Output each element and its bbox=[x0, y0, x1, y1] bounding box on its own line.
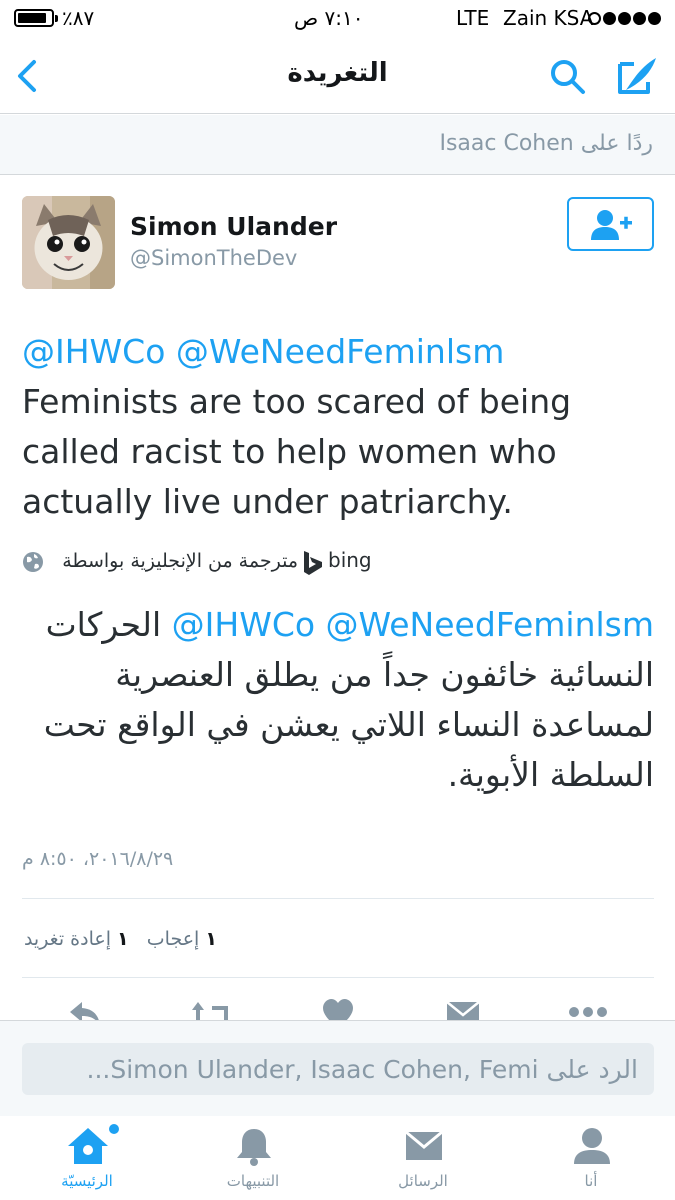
tab-messages[interactable]: الرسائل bbox=[363, 1116, 483, 1200]
battery-level bbox=[18, 13, 46, 23]
new-content-dot bbox=[109, 1124, 119, 1134]
follow-user-icon bbox=[591, 210, 632, 240]
reply-to-label: ردًا على Isaac Cohen bbox=[439, 131, 653, 156]
retweet-icon[interactable] bbox=[190, 998, 234, 1020]
likes-label: إعجاب bbox=[146, 928, 200, 950]
tab-home-label: الرئيسيّة bbox=[61, 1172, 113, 1190]
signal-strength-icon bbox=[588, 12, 661, 25]
bing-logo-icon bbox=[304, 551, 322, 575]
signal-dot bbox=[603, 12, 616, 25]
mail-icon bbox=[405, 1130, 443, 1160]
globe-icon bbox=[23, 552, 43, 572]
retweets-label: إعادة تغريد bbox=[23, 928, 111, 950]
avatar[interactable] bbox=[22, 196, 115, 289]
tab-bar: الرئيسيّة التنبيهات الرسائل أنا bbox=[0, 1116, 675, 1200]
divider bbox=[22, 898, 654, 899]
tweet-stats: ١ إعجاب ١ إعادة تغريد bbox=[24, 928, 217, 950]
tab-messages-label: الرسائل bbox=[398, 1172, 448, 1190]
search-icon bbox=[551, 60, 585, 94]
retweets-count: ١ bbox=[117, 928, 129, 950]
cat-avatar-image bbox=[22, 196, 115, 289]
divider bbox=[22, 977, 654, 978]
more-options-icon[interactable] bbox=[568, 1006, 608, 1018]
tab-notifications-label: التنبيهات bbox=[226, 1172, 280, 1190]
network-type: LTE bbox=[456, 6, 490, 30]
reply-composer bbox=[0, 1020, 675, 1116]
bing-label: bing bbox=[328, 548, 372, 572]
likes-stat[interactable]: ١ إعجاب bbox=[147, 928, 217, 950]
tweet-mentions[interactable]: @IHWCo @WeNeedFeminlsm bbox=[22, 332, 504, 371]
signal-dot bbox=[618, 12, 631, 25]
search-button[interactable] bbox=[548, 54, 588, 98]
tweet-timestamp: ٢٠١٦/٨/٢٩، ٨:٥٠ م bbox=[22, 848, 174, 870]
tab-home[interactable]: الرئيسيّة bbox=[27, 1116, 147, 1200]
status-time: ٧:١٠ ص bbox=[294, 6, 364, 30]
tweet-body: Feminists are too scared of being called… bbox=[22, 382, 572, 521]
signal-dot bbox=[648, 12, 661, 25]
reply-context-bar: ردًا على Isaac Cohen bbox=[0, 115, 675, 175]
direct-message-icon[interactable] bbox=[446, 998, 480, 1020]
tab-me-label: أنا bbox=[584, 1172, 598, 1190]
signal-dot bbox=[588, 12, 601, 25]
nav-bar: التغريدة bbox=[0, 38, 675, 114]
follow-button[interactable] bbox=[567, 197, 654, 251]
battery-icon bbox=[14, 9, 58, 27]
translation-attribution[interactable]: مترجمة من الإنجليزية بواسطة bing bbox=[22, 548, 372, 578]
translation-label: مترجمة من الإنجليزية بواسطة bbox=[62, 550, 298, 572]
author-display-name[interactable]: Simon Ulander bbox=[130, 212, 337, 241]
home-icon bbox=[68, 1128, 108, 1164]
likes-count: ١ bbox=[205, 928, 217, 950]
compose-tweet-button[interactable] bbox=[612, 52, 660, 100]
author-handle[interactable]: @SimonTheDev bbox=[130, 246, 297, 270]
signal-dot bbox=[633, 12, 646, 25]
compose-tweet-icon bbox=[618, 58, 656, 94]
tweet-actions bbox=[0, 996, 675, 1020]
battery-percentage: ٪٨٧ bbox=[62, 6, 95, 30]
reply-input[interactable] bbox=[22, 1043, 654, 1095]
tweet-text: @IHWCo @WeNeedFeminlsm Feminists are too… bbox=[22, 327, 662, 527]
tab-notifications[interactable]: التنبيهات bbox=[193, 1116, 313, 1200]
translated-tweet-text: @IHWCo @WeNeedFeminlsm الحركات النسائية … bbox=[22, 600, 654, 800]
heart-icon[interactable] bbox=[322, 998, 354, 1020]
carrier-name: Zain KSA bbox=[503, 6, 594, 30]
bell-icon bbox=[237, 1129, 271, 1166]
tab-me[interactable]: أنا bbox=[531, 1116, 651, 1200]
retweets-stat[interactable]: ١ إعادة تغريد bbox=[24, 928, 129, 950]
translated-mentions[interactable]: @IHWCo @WeNeedFeminlsm bbox=[172, 605, 654, 644]
status-bar: ٪٨٧ ٧:١٠ ص LTE Zain KSA bbox=[0, 0, 675, 38]
profile-icon bbox=[574, 1128, 610, 1164]
reply-icon[interactable] bbox=[68, 998, 102, 1020]
